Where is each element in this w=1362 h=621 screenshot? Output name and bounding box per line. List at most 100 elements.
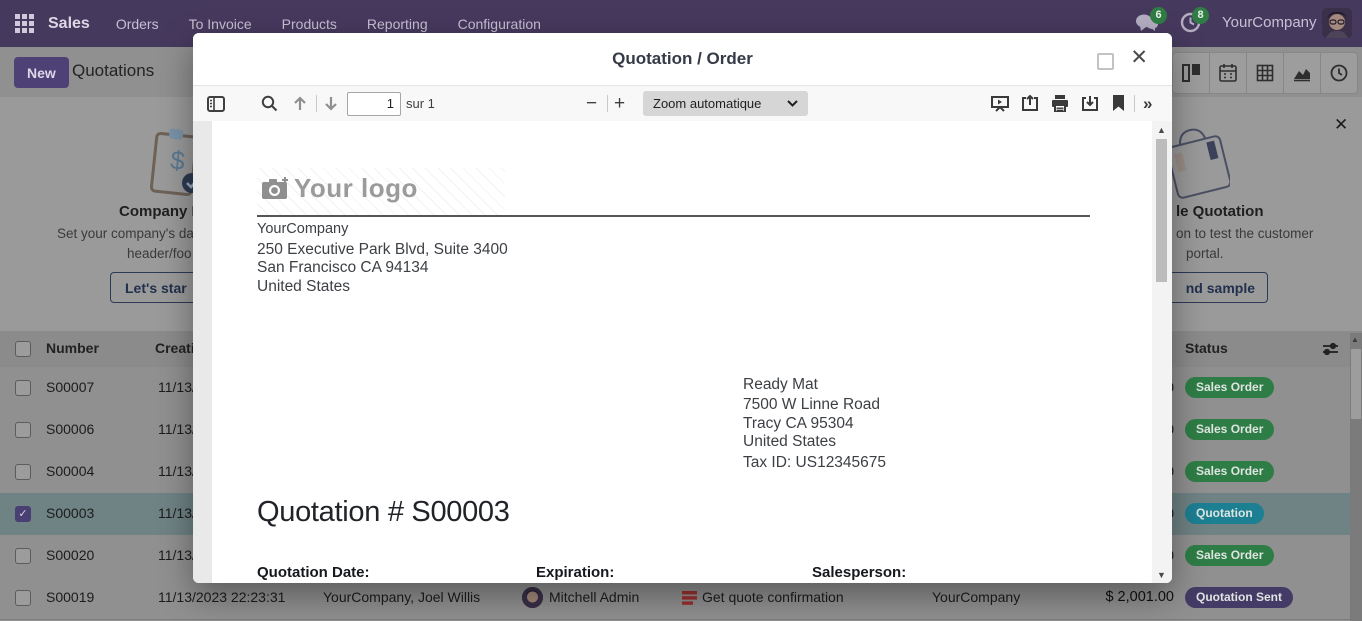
cell-customer: YourCompany, Joel Willis xyxy=(323,589,480,605)
table-row[interactable]: S00019 11/13/2023 22:23:31 YourCompany, … xyxy=(0,577,1362,620)
menu-products[interactable]: Products xyxy=(282,16,337,32)
status-badge: Sales Order xyxy=(1185,377,1274,398)
menu-to-invoice[interactable]: To Invoice xyxy=(189,16,252,32)
cell-date: 11/13/2023 22:23:31 xyxy=(158,589,285,605)
company-address2: San Francisco CA 94134 xyxy=(257,259,428,277)
pdf-scrollbar-thumb[interactable] xyxy=(1156,139,1167,282)
arrow-down-icon[interactable] xyxy=(323,86,339,121)
status-badge: Quotation Sent xyxy=(1185,587,1293,608)
print-icon[interactable] xyxy=(1051,86,1069,121)
customer-address3: United States xyxy=(743,433,836,451)
zoom-select-value: Zoom automatique xyxy=(653,96,761,111)
cell-salesperson: Mitchell Admin xyxy=(549,589,639,605)
row-checkbox[interactable] xyxy=(15,590,31,606)
page-count-label: sur 1 xyxy=(406,86,435,121)
chevron-down-icon xyxy=(787,100,798,107)
zoom-out-icon[interactable]: − xyxy=(586,86,597,121)
cell-number: S00003 xyxy=(46,505,94,521)
breadcrumb: Quotations xyxy=(72,61,154,81)
zoom-select[interactable]: Zoom automatique xyxy=(643,91,808,116)
search-icon[interactable] xyxy=(261,86,278,121)
activities-badge: 8 xyxy=(1192,7,1209,24)
list-scrollbar-thumb[interactable] xyxy=(1351,349,1361,419)
kanban-icon[interactable] xyxy=(1172,52,1210,94)
company-address1: 250 Executive Park Blvd, Suite 3400 xyxy=(257,241,508,259)
filter-settings-icon[interactable] xyxy=(1322,341,1339,362)
customer-address2: Tracy CA 95304 xyxy=(743,415,854,433)
close-icon[interactable]: ✕ xyxy=(1130,45,1148,70)
onboarding-right-title: le Quotation xyxy=(1176,203,1264,220)
status-badge: Quotation xyxy=(1185,503,1264,524)
field-label-salesperson: Salesperson: xyxy=(812,564,906,581)
apps-grid-icon[interactable] xyxy=(15,14,34,33)
open-file-icon[interactable] xyxy=(1021,86,1039,121)
onboarding-left-text1: Set your company's data xyxy=(57,226,205,241)
more-tools-icon[interactable]: » xyxy=(1143,86,1152,121)
zoom-in-icon[interactable]: + xyxy=(614,86,625,121)
customer-name: Ready Mat xyxy=(743,376,818,394)
app-name[interactable]: Sales xyxy=(48,15,90,33)
calendar-icon[interactable] xyxy=(1210,52,1247,94)
arrow-up-icon[interactable] xyxy=(292,86,308,121)
user-avatar[interactable] xyxy=(1322,8,1352,38)
company-address3: United States xyxy=(257,278,350,296)
menu-orders[interactable]: Orders xyxy=(116,16,159,32)
divider xyxy=(316,95,317,112)
cell-number: S00007 xyxy=(46,379,94,395)
pivot-icon[interactable] xyxy=(1247,52,1284,94)
onboarding-left-text2: header/foo xyxy=(127,246,192,261)
camera-icon xyxy=(261,177,289,206)
select-all-checkbox[interactable] xyxy=(15,341,31,357)
customer-tax-id: Tax ID: US12345675 xyxy=(743,454,886,472)
modal-header: Quotation / Order ✕ xyxy=(193,33,1172,85)
banner-close-icon[interactable]: ✕ xyxy=(1334,115,1348,135)
maximize-icon[interactable] xyxy=(1097,53,1114,70)
graph-icon[interactable] xyxy=(1284,52,1321,94)
quotation-heading: Quotation # S00003 xyxy=(257,496,510,529)
new-button[interactable]: New xyxy=(14,57,69,88)
column-status[interactable]: Status xyxy=(1185,340,1228,356)
divider xyxy=(607,95,608,112)
menu-configuration[interactable]: Configuration xyxy=(458,16,541,32)
salesperson-avatar xyxy=(522,587,543,608)
bookmark-icon[interactable] xyxy=(1112,86,1125,121)
modal-title: Quotation / Order xyxy=(193,49,1172,69)
onboarding-left-title: Company D xyxy=(119,203,202,220)
company-name: YourCompany xyxy=(257,221,348,237)
page-number-input[interactable] xyxy=(347,92,401,116)
onboarding-right-text1: on to test the customer xyxy=(1176,226,1313,241)
messages-badge: 6 xyxy=(1150,7,1167,24)
field-label-quotation-date: Quotation Date: xyxy=(257,564,370,581)
cell-activity[interactable]: Get quote confirmation xyxy=(702,589,844,605)
row-checkbox[interactable] xyxy=(15,548,31,564)
cell-number: S00004 xyxy=(46,463,94,479)
row-checkbox[interactable] xyxy=(15,464,31,480)
divider xyxy=(1134,95,1135,112)
activity-list-icon[interactable] xyxy=(682,591,697,610)
presentation-icon[interactable] xyxy=(991,86,1009,121)
download-icon[interactable] xyxy=(1081,86,1099,121)
pdf-viewer: Your logo YourCompany 250 Executive Park… xyxy=(193,121,1172,583)
cell-total: $ 2,001.00 xyxy=(1105,589,1174,605)
scrollbar-up-icon[interactable]: ▲ xyxy=(1351,335,1359,344)
field-label-expiration: Expiration: xyxy=(536,564,614,581)
cell-company: YourCompany xyxy=(932,589,1020,605)
menu-reporting[interactable]: Reporting xyxy=(367,16,428,32)
row-checkbox-checked[interactable]: ✓ xyxy=(15,506,31,522)
row-checkbox[interactable] xyxy=(15,380,31,396)
column-number[interactable]: Number xyxy=(46,340,99,356)
logo-text: Your logo xyxy=(294,173,418,204)
pdf-scroll-down-icon[interactable]: ▼ xyxy=(1157,570,1166,580)
status-badge: Sales Order xyxy=(1185,419,1274,440)
pdf-gutter xyxy=(193,121,212,583)
row-checkbox[interactable] xyxy=(15,422,31,438)
customer-address1: 7500 W Linne Road xyxy=(743,396,880,414)
company-switcher[interactable]: YourCompany xyxy=(1222,14,1317,31)
status-badge: Sales Order xyxy=(1185,461,1274,482)
sidebar-toggle-icon[interactable] xyxy=(207,86,225,121)
cell-number: S00019 xyxy=(46,589,94,605)
status-badge: Sales Order xyxy=(1185,545,1274,566)
pdf-scroll-up-icon[interactable]: ▲ xyxy=(1157,125,1166,135)
view-switcher xyxy=(1172,52,1358,92)
clock-icon[interactable] xyxy=(1321,52,1358,94)
